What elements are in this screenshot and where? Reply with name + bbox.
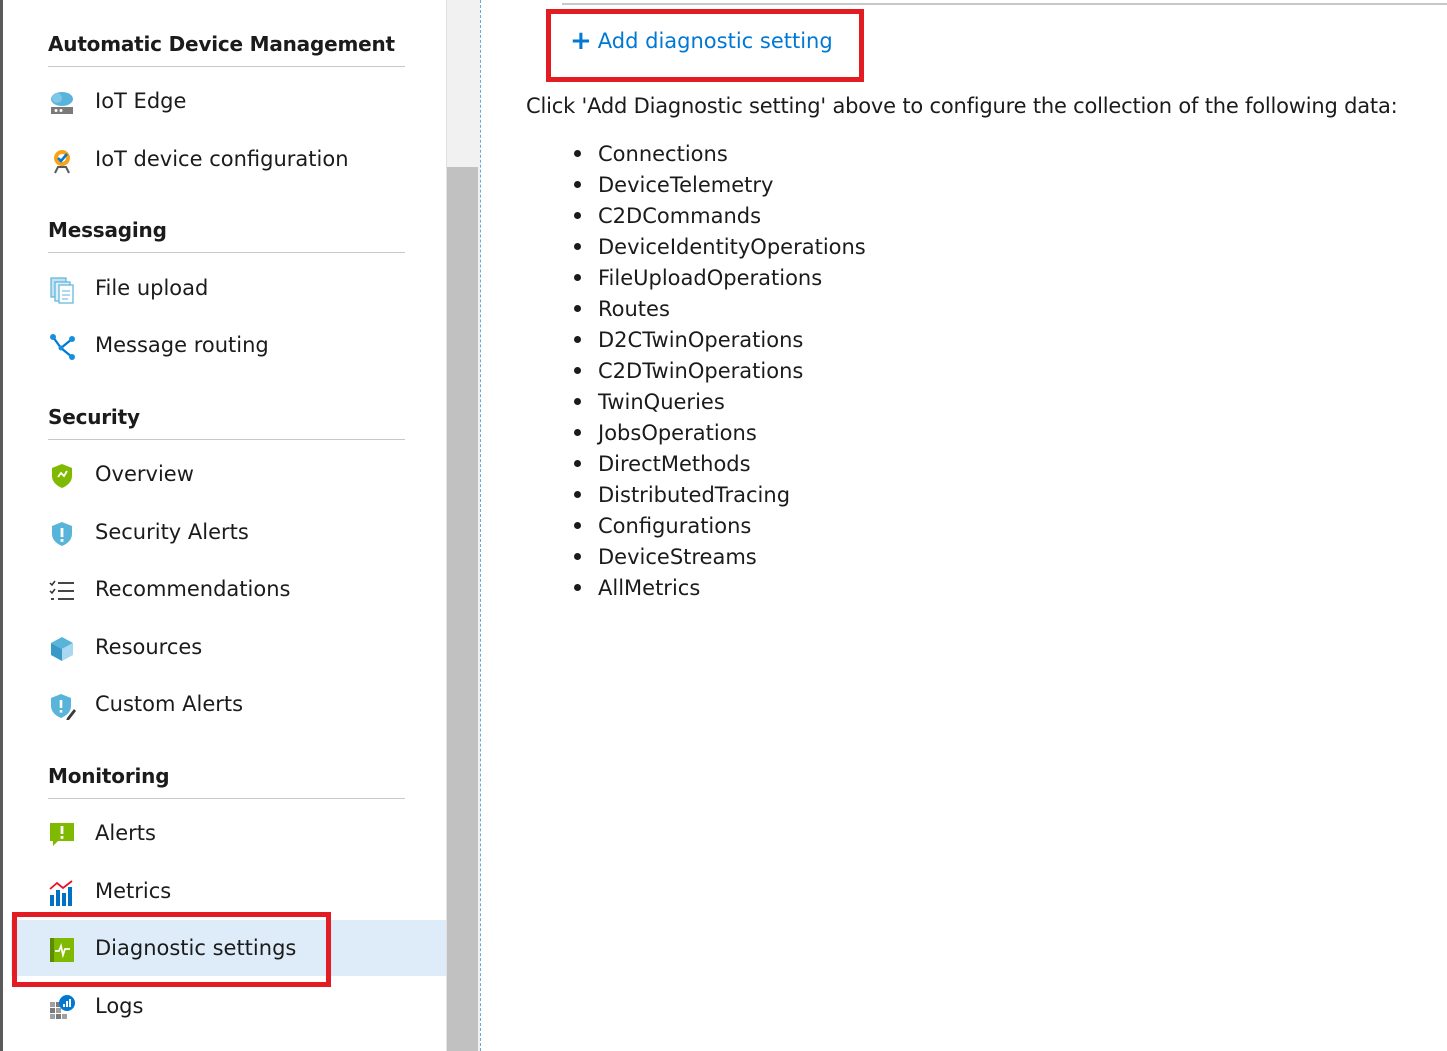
metrics-icon [48, 879, 76, 907]
bullet-icon [574, 181, 581, 188]
list-item-text: D2CTwinOperations [598, 327, 804, 352]
menu-item-label: Recommendations [95, 577, 291, 601]
logs-icon [48, 994, 76, 1022]
menu-scrollbar-thumb[interactable] [447, 167, 478, 1051]
menu-item-iot-device-configuration[interactable]: IoT device configuration [11, 133, 449, 189]
menu-item-resources[interactable]: Resources [11, 621, 449, 677]
bullet-icon [574, 553, 581, 560]
menu-item-label: Overview [95, 462, 194, 486]
list-item: D2CTwinOperations [574, 324, 866, 355]
security-alerts-icon [48, 520, 76, 548]
menu-item-message-routing[interactable]: Message routing [11, 319, 449, 375]
list-item: C2DCommands [574, 200, 866, 231]
list-item-text: AllMetrics [598, 575, 701, 600]
list-item: C2DTwinOperations [574, 355, 866, 386]
menu-item-custom-alerts[interactable]: Custom Alerts [11, 678, 449, 734]
list-item: Connections [574, 138, 866, 169]
menu-item-label: Metrics [95, 879, 172, 903]
menu-item-label: Resources [95, 635, 203, 659]
list-item: DeviceIdentityOperations [574, 231, 866, 262]
bullet-icon [574, 398, 581, 405]
menu-item-security-overview[interactable]: Overview [11, 448, 449, 504]
list-item-text: Connections [598, 141, 728, 166]
plus-icon: + [570, 26, 592, 56]
list-item: Routes [574, 293, 866, 324]
message-routing-icon [48, 333, 76, 361]
section-header-monitoring: Monitoring [48, 764, 405, 799]
menu-item-security-alerts[interactable]: Security Alerts [11, 506, 449, 562]
list-item-text: FileUploadOperations [598, 265, 823, 290]
list-item: FileUploadOperations [574, 262, 866, 293]
add-diagnostic-setting-button[interactable]: + Add diagnostic setting [570, 26, 833, 56]
bullet-icon [574, 584, 581, 591]
list-item-text: DeviceIdentityOperations [598, 234, 866, 259]
resources-icon [48, 635, 76, 663]
menu-item-label: Security Alerts [95, 520, 249, 544]
list-item: DistributedTracing [574, 479, 866, 510]
list-item-text: Configurations [598, 513, 752, 538]
bullet-icon [574, 336, 581, 343]
pane-splitter[interactable] [480, 0, 481, 1051]
list-item: DeviceStreams [574, 541, 866, 572]
bullet-icon [574, 243, 581, 250]
menu-item-label: IoT Edge [95, 89, 187, 113]
bullet-icon [574, 367, 581, 374]
menu-item-recommendations[interactable]: Recommendations [11, 563, 449, 619]
menu-item-iot-edge[interactable]: IoT Edge [11, 75, 449, 131]
list-item: JobsOperations [574, 417, 866, 448]
alerts-icon [48, 821, 76, 849]
diagnostic-settings-icon [48, 936, 76, 964]
recommendations-icon [48, 577, 76, 605]
bullet-icon [574, 305, 581, 312]
menu-item-diagnostic-settings[interactable]: Diagnostic settings [11, 920, 449, 976]
menu-item-metrics[interactable]: Metrics [11, 865, 449, 921]
add-diagnostic-setting-label: Add diagnostic setting [597, 29, 833, 53]
custom-alerts-icon [48, 692, 76, 720]
bullet-icon [574, 460, 581, 467]
list-item-text: C2DTwinOperations [598, 358, 804, 383]
file-upload-icon [48, 276, 76, 304]
menu-item-logs[interactable]: Logs [11, 980, 449, 1036]
list-item: TwinQueries [574, 386, 866, 417]
bullet-icon [574, 212, 581, 219]
menu-item-label: Diagnostic settings [95, 936, 297, 960]
menu-item-file-upload[interactable]: File upload [11, 262, 449, 318]
list-item-text: DistributedTracing [598, 482, 791, 507]
menu-item-label: File upload [95, 276, 209, 300]
menu-item-label: IoT device configuration [95, 147, 349, 171]
menu-item-label: Custom Alerts [95, 692, 244, 716]
menu-item-label: Alerts [95, 821, 156, 845]
list-item-text: DeviceTelemetry [598, 172, 774, 197]
list-item: DirectMethods [574, 448, 866, 479]
list-item: Configurations [574, 510, 866, 541]
bullet-icon [574, 429, 581, 436]
iot-edge-icon [48, 89, 76, 117]
device-configuration-icon [48, 147, 76, 175]
section-header-security: Security [48, 405, 405, 440]
menu-item-label: Message routing [95, 333, 269, 357]
list-item-text: DirectMethods [598, 451, 751, 476]
resource-menu: Automatic Device Management IoT Edge IoT… [0, 0, 449, 1051]
toolbar-divider [562, 3, 1447, 5]
list-item-text: Routes [598, 296, 670, 321]
intro-text: Click 'Add Diagnostic setting' above to … [526, 94, 1398, 118]
section-header-automatic-device-management: Automatic Device Management [48, 32, 405, 67]
bullet-icon [574, 522, 581, 529]
data-categories-list: Connections DeviceTelemetry C2DCommands … [574, 138, 866, 603]
azure-portal-screen: Automatic Device Management IoT Edge IoT… [0, 0, 1447, 1051]
list-item: AllMetrics [574, 572, 866, 603]
list-item-text: C2DCommands [598, 203, 762, 228]
bullet-icon [574, 274, 581, 281]
section-header-messaging: Messaging [48, 218, 405, 253]
menu-item-label: Logs [95, 994, 144, 1018]
list-item-text: DeviceStreams [598, 544, 757, 569]
list-item: DeviceTelemetry [574, 169, 866, 200]
security-overview-icon [48, 462, 76, 490]
bullet-icon [574, 491, 581, 498]
menu-item-alerts[interactable]: Alerts [11, 807, 449, 863]
list-item-text: TwinQueries [598, 389, 725, 414]
bullet-icon [574, 150, 581, 157]
list-item-text: JobsOperations [598, 420, 757, 445]
